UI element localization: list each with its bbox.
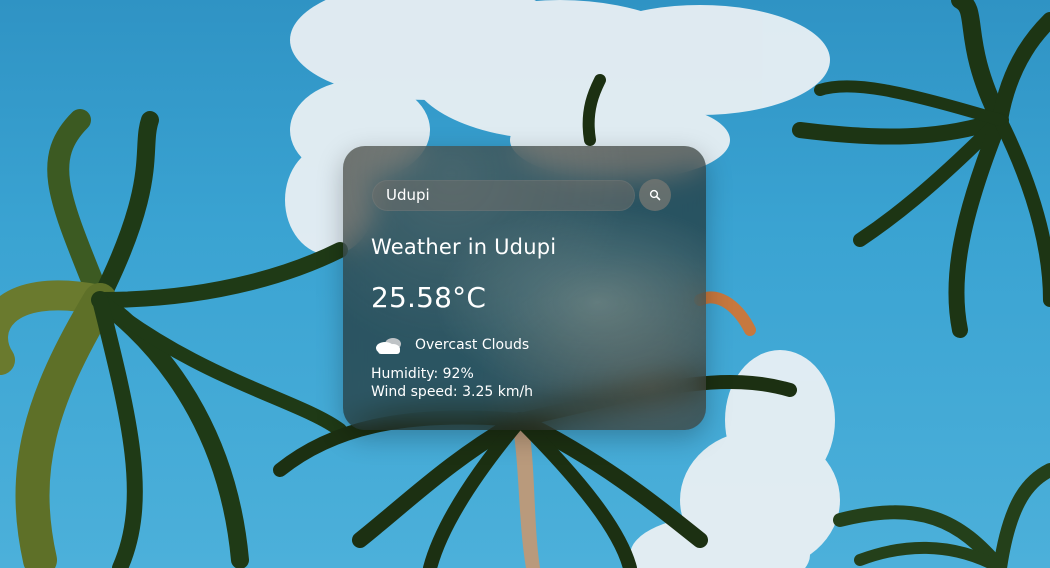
search-icon — [649, 189, 661, 201]
palm-bottom-right — [833, 463, 1050, 568]
temperature: 25.58°C — [371, 281, 487, 314]
weather-description-row: Overcast Clouds — [373, 333, 529, 357]
search-bar — [372, 179, 671, 211]
palm-right — [792, 0, 1050, 338]
humidity-text: Humidity: 92% — [371, 366, 474, 382]
weather-card: Weather in Udupi 25.58°C Overcast Clouds… — [343, 146, 706, 430]
wind-speed-text: Wind speed: 3.25 km/h — [371, 384, 534, 400]
overcast-clouds-icon — [376, 338, 401, 354]
city-search-input[interactable] — [372, 179, 635, 211]
weather-description: Overcast Clouds — [415, 337, 530, 353]
search-button[interactable] — [639, 179, 671, 211]
weather-title: Weather in Udupi — [371, 235, 557, 259]
